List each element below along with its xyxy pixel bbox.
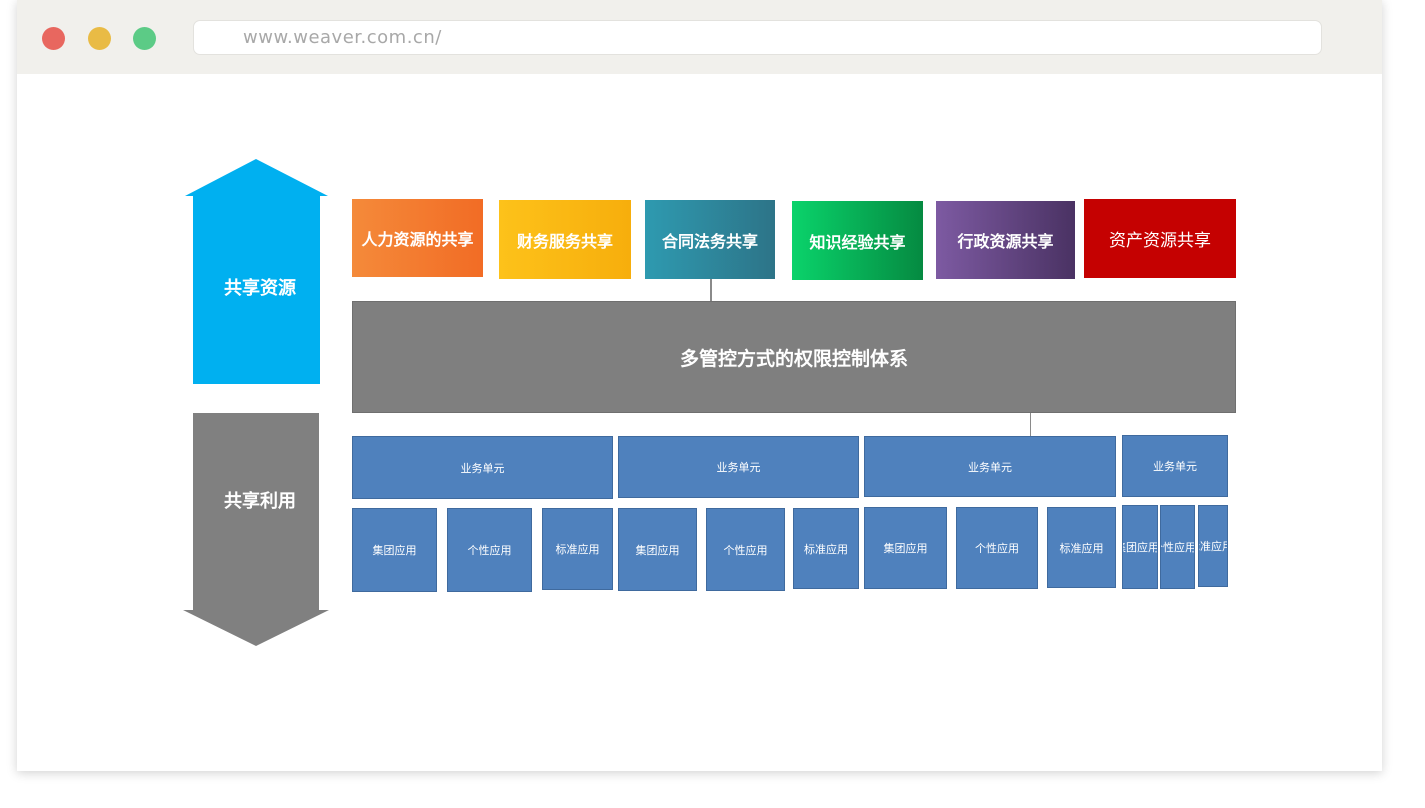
business-unit-label: 业务单元 (716, 461, 761, 474)
custom-app-box: 个性应用 (1160, 505, 1195, 589)
shared-utilization-down-arrow (183, 413, 329, 646)
shared-resources-label: 共享资源 (224, 278, 296, 299)
business-unit-box: 业务单元 (352, 436, 613, 499)
group-app-label: 集团应用 (883, 542, 928, 555)
business-unit-label: 业务单元 (1153, 460, 1197, 473)
shared-utilization-label: 共享利用 (224, 491, 296, 512)
maximize-window-button[interactable] (133, 27, 156, 50)
custom-app-label: 个性应用 (723, 543, 768, 557)
minimize-window-button[interactable] (88, 27, 111, 50)
custom-app-label: 个性应用 (975, 542, 1019, 555)
custom-app-box: 个性应用 (447, 508, 532, 592)
standard-app-label: 标准应用 (1199, 540, 1227, 553)
hr-sharing-label: 人力资源的共享 (361, 230, 474, 249)
custom-app-label: 个性应用 (467, 544, 512, 557)
address-bar[interactable]: www.weaver.com.cn/ (193, 20, 1322, 55)
asset-sharing-box: 资产资源共享 (1084, 199, 1236, 278)
group-app-label: 集团应用 (372, 544, 417, 557)
finance-sharing-box: 财务服务共享 (499, 200, 631, 279)
standard-app-label: 标准应用 (1059, 541, 1104, 555)
business-unit-box: 业务单元 (1122, 435, 1228, 497)
browser-titlebar: www.weaver.com.cn/ (17, 0, 1382, 74)
standard-app-box: 标准应用 (542, 508, 613, 590)
admin-sharing-label: 行政资源共享 (957, 232, 1054, 251)
standard-app-label: 标准应用 (555, 543, 600, 556)
url-text: www.weaver.com.cn/ (243, 27, 442, 48)
group-app-label: 集团应用 (1123, 541, 1158, 554)
group-app-label: 集团应用 (635, 543, 680, 557)
business-unit-label: 业务单元 (460, 461, 505, 475)
standard-app-label: 标准应用 (804, 542, 848, 556)
permission-control-system-label: 多管控方式的权限控制体系 (679, 347, 908, 370)
group-app-box: 集团应用 (1122, 505, 1158, 589)
asset-sharing-label: 资产资源共享 (1109, 231, 1211, 251)
hr-sharing-box: 人力资源的共享 (352, 199, 483, 277)
permission-control-system-bar: 多管控方式的权限控制体系 (352, 301, 1236, 413)
group-app-box: 集团应用 (618, 508, 697, 591)
business-unit-label: 业务单元 (968, 460, 1012, 474)
standard-app-box: 标准应用 (1198, 505, 1228, 587)
custom-app-box: 个性应用 (706, 508, 785, 591)
finance-sharing-label: 财务服务共享 (516, 231, 613, 251)
business-unit-box: 业务单元 (864, 436, 1116, 497)
business-unit-box: 业务单元 (618, 436, 859, 498)
custom-app-box: 个性应用 (956, 507, 1038, 589)
browser-window: www.weaver.com.cn/ 共享资源 共享利用 人力资源的共享 财务服… (17, 0, 1382, 771)
standard-app-box: 标准应用 (793, 508, 859, 589)
page-content: 共享资源 共享利用 人力资源的共享 财务服务共享 合同法务共享 知识经验共享 行… (17, 74, 1382, 771)
contract-legal-sharing-label: 合同法务共享 (661, 231, 758, 251)
admin-sharing-box: 行政资源共享 (936, 201, 1075, 279)
shared-resources-up-arrow (185, 159, 328, 384)
group-app-box: 集团应用 (864, 507, 947, 589)
knowledge-sharing-label: 知识经验共享 (809, 232, 906, 252)
group-app-box: 集团应用 (352, 508, 437, 592)
contract-legal-sharing-box: 合同法务共享 (645, 200, 775, 279)
standard-app-box: 标准应用 (1047, 507, 1116, 588)
close-window-button[interactable] (42, 27, 65, 50)
custom-app-label: 个性应用 (1161, 541, 1195, 554)
connector-line (710, 279, 712, 301)
knowledge-sharing-box: 知识经验共享 (792, 201, 923, 280)
connector-line (1030, 413, 1031, 436)
